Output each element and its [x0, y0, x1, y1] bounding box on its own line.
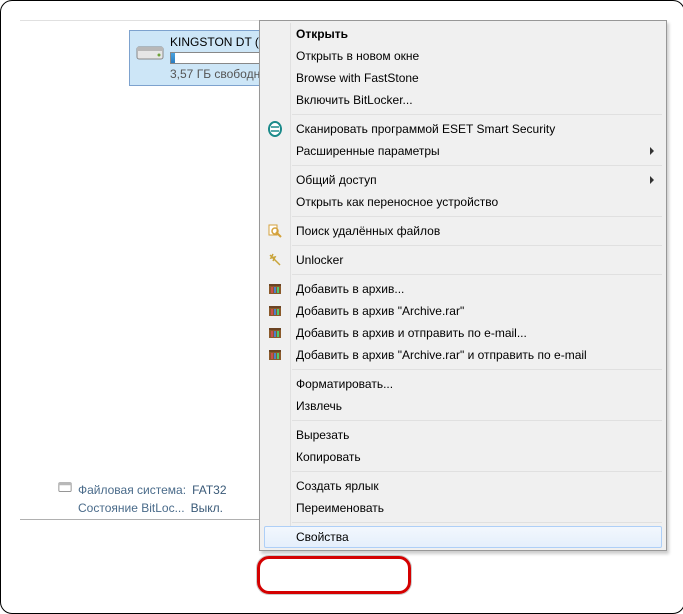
context-menu: Открыть Открыть в новом окне Browse with… [259, 20, 667, 551]
menu-format[interactable]: Форматировать... [262, 373, 664, 395]
filesystem-icon [58, 480, 72, 499]
menu-enable-bitlocker[interactable]: Включить BitLocker... [262, 89, 664, 111]
menu-properties[interactable]: Свойства [262, 526, 664, 548]
menu-find-deleted[interactable]: Поиск удалённых файлов [262, 220, 664, 242]
menu-create-shortcut[interactable]: Создать ярлык [262, 475, 664, 497]
free-space-text: 3,57 ГБ свободн [170, 67, 272, 81]
menu-eset-scan[interactable]: Сканировать программой ESET Smart Securi… [262, 118, 664, 140]
tutorial-highlight [257, 556, 411, 594]
menu-rar-name-email[interactable]: Добавить в архив "Archive.rar" и отправи… [262, 344, 664, 366]
status-bar: Файловая система: FAT32 Состояние BitLoc… [58, 480, 227, 517]
eset-icon [266, 120, 284, 138]
menu-rar-email[interactable]: Добавить в архив и отправить по e-mail..… [262, 322, 664, 344]
fs-label: Файловая система: [78, 481, 186, 499]
submenu-arrow-icon [648, 173, 656, 187]
winrar-icon [266, 280, 284, 298]
menu-share[interactable]: Общий доступ [262, 169, 664, 191]
menu-rename[interactable]: Переименовать [262, 497, 664, 519]
menu-open[interactable]: Открыть [262, 23, 664, 45]
drive-item[interactable]: KINGSTON DT ( 3,57 ГБ свободн [130, 31, 280, 85]
bitlocker-label: Состояние BitLoc... [78, 499, 185, 517]
menu-open-portable[interactable]: Открыть как переносное устройство [262, 191, 664, 213]
menu-cut[interactable]: Вырезать [262, 424, 664, 446]
menu-browse-faststone[interactable]: Browse with FastStone [262, 67, 664, 89]
submenu-arrow-icon [648, 144, 656, 158]
winrar-icon [266, 346, 284, 364]
drive-icon [134, 35, 166, 67]
menu-rar-add[interactable]: Добавить в архив... [262, 278, 664, 300]
winrar-icon [266, 324, 284, 342]
menu-rar-add-name[interactable]: Добавить в архив "Archive.rar" [262, 300, 664, 322]
bitlocker-value: Выкл. [191, 499, 223, 517]
explorer-pane: KINGSTON DT ( 3,57 ГБ свободн Файловая с… [20, 20, 261, 520]
menu-unlocker[interactable]: Unlocker [262, 249, 664, 271]
menu-open-new-window[interactable]: Открыть в новом окне [262, 45, 664, 67]
unlocker-icon [266, 251, 284, 269]
fs-value: FAT32 [192, 481, 226, 499]
capacity-bar [170, 52, 272, 64]
menu-eset-advanced[interactable]: Расширенные параметры [262, 140, 664, 162]
winrar-icon [266, 302, 284, 320]
drive-label: KINGSTON DT ( [170, 35, 272, 49]
menu-copy[interactable]: Копировать [262, 446, 664, 468]
menu-eject[interactable]: Извлечь [262, 395, 664, 417]
search-files-icon [266, 222, 284, 240]
